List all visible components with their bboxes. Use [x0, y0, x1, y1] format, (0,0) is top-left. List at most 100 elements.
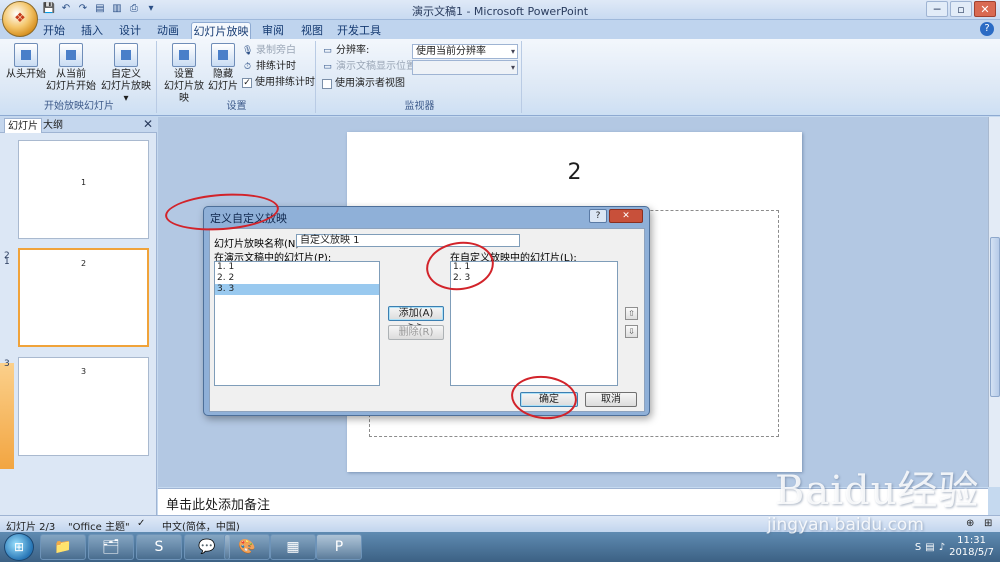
add-button[interactable]: 添加(A) >>	[388, 306, 444, 332]
ok-button[interactable]: 确定	[520, 392, 578, 407]
cancel-button[interactable]: 取消	[585, 392, 637, 407]
resolution-dropdown[interactable]: 使用当前分辨率 ▾	[412, 44, 518, 59]
thumbnail-number: 3	[4, 359, 10, 369]
group-label-setup: 设置	[226, 101, 247, 112]
group-monitors: ▭ 分辨率: 使用当前分辨率 ▾ ▭ 演示文稿显示位置: ▾ 使用演示者视图 监…	[318, 41, 522, 113]
resolution-row: ▭ 分辨率:	[323, 45, 370, 56]
microphone-icon: 🎙	[242, 45, 254, 56]
tab-home[interactable]: 开始	[38, 22, 70, 39]
dropdown-arrow-icon: ▾	[510, 47, 515, 56]
show-name-input[interactable]: 自定义放映 1	[296, 234, 520, 247]
network-icon[interactable]: ▤	[925, 542, 934, 553]
clock[interactable]: 11:31 2018/5/7	[949, 535, 994, 559]
language-indicator: 中文(简体，中国)	[162, 522, 240, 533]
tab-developer[interactable]: 开发工具	[336, 22, 382, 39]
tab-insert[interactable]: 插入	[76, 22, 108, 39]
tab-design[interactable]: 设计	[114, 22, 146, 39]
tab-view[interactable]: 视图	[296, 22, 328, 39]
move-down-icon[interactable]: ⇩	[625, 325, 638, 338]
group-setup: 设置 幻灯片放映 隐藏 幻灯片 🎙 录制旁白 ⏱ 排练计时 ✓ 使用排练计时 设…	[158, 41, 316, 113]
minimize-button[interactable]: ─	[926, 1, 948, 17]
tab-animations[interactable]: 动画	[152, 22, 184, 39]
list-item-selected[interactable]: 3. 3	[215, 284, 379, 295]
use-timings-checkbox[interactable]: ✓ 使用排练计时	[242, 76, 315, 90]
play-from-current-icon	[59, 43, 83, 67]
remove-button[interactable]: 删除(R)	[388, 325, 444, 340]
office-button[interactable]: ❖	[2, 1, 38, 37]
ribbon: 从头开始 从当前 幻灯片开始 自定义 幻灯片放映 ▾ 开始放映幻灯片 设置 幻灯…	[0, 39, 1000, 116]
dialog-title: 定义自定义放映	[210, 212, 287, 225]
monitor-icon: ▭	[323, 61, 332, 72]
window-controls: ─ ▫ ✕	[926, 1, 996, 17]
maximize-button[interactable]: ▫	[950, 1, 972, 17]
group-label-start: 开始放映幻灯片	[44, 101, 114, 112]
tab-outline[interactable]: 大纲	[40, 118, 66, 133]
dialog-close-button[interactable]: ✕	[609, 209, 643, 223]
taskbar-app-sogou[interactable]: S	[136, 534, 182, 560]
list-item[interactable]: 1. 1	[451, 262, 617, 273]
define-custom-show-dialog: 定义自定义放映 ? ✕ 幻灯片放映名称(N): 自定义放映 1 在演示文稿中的幻…	[203, 206, 650, 416]
tab-slide-show[interactable]: 幻灯片放映	[191, 22, 251, 39]
slide-thumbnail-1[interactable]: 1	[18, 140, 149, 239]
group-label-monitors: 监视器	[404, 101, 435, 112]
presentation-slides-list[interactable]: 1. 1 2. 2 3. 3	[214, 261, 380, 386]
dialog-window-buttons: ? ✕	[589, 209, 643, 223]
slide-thumbnail-3[interactable]: 3	[18, 357, 149, 456]
dialog-body: 幻灯片放映名称(N): 自定义放映 1 在演示文稿中的幻灯片(P): 1. 1 …	[209, 228, 645, 412]
slide-title[interactable]: 2	[347, 160, 802, 185]
fit-to-window-icon[interactable]: ⊞	[984, 518, 992, 529]
pane-tabs: 幻灯片 大纲 ✕	[0, 117, 157, 133]
close-pane-icon[interactable]: ✕	[143, 117, 153, 131]
slides-pane: 幻灯片 大纲 ✕ 1 1 2 2 3 3	[0, 117, 157, 515]
play-from-start-icon	[14, 43, 38, 67]
taskbar-app-notepad[interactable]: ▦	[270, 534, 316, 560]
thumbnail-number: 2	[4, 251, 10, 261]
taskbar-app-paint[interactable]: 🎨	[224, 534, 270, 560]
help-icon[interactable]: ?	[980, 22, 994, 36]
ribbon-tabs: 开始 插入 设计 动画 幻灯片放映 审阅 视图 开发工具	[0, 20, 1000, 39]
list-item[interactable]: 2. 3	[451, 273, 617, 284]
start-button[interactable]: ⊞	[4, 533, 34, 561]
taskbar-app-explorer[interactable]: 🗂	[88, 534, 134, 560]
vertical-scrollbar[interactable]	[988, 117, 1000, 487]
tab-slides[interactable]: 幻灯片	[4, 118, 42, 133]
presenter-view-checkbox[interactable]: 使用演示者视图	[322, 77, 405, 91]
setup-slideshow-button[interactable]: 设置 幻灯片放映	[162, 43, 206, 105]
scrollbar-thumb[interactable]	[990, 237, 1000, 397]
list-item[interactable]: 1. 1	[215, 262, 379, 273]
record-narration-button[interactable]: 🎙 录制旁白	[242, 44, 296, 58]
close-button[interactable]: ✕	[974, 1, 996, 17]
dialog-help-button[interactable]: ?	[589, 209, 607, 223]
hide-slide-icon	[211, 43, 235, 67]
hide-slide-button[interactable]: 隐藏 幻灯片	[206, 43, 240, 93]
window-title: 演示文稿1 - Microsoft PowerPoint	[411, 5, 589, 18]
watermark-url: jingyan.baidu.com	[767, 515, 924, 535]
move-up-icon[interactable]: ⇧	[625, 307, 638, 320]
slide-indicator: 幻灯片 2/3	[6, 522, 56, 533]
list-item[interactable]: 2. 2	[215, 273, 379, 284]
custom-slideshow-button[interactable]: 自定义 幻灯片放映 ▾	[98, 43, 154, 105]
group-start-slideshow: 从头开始 从当前 幻灯片开始 自定义 幻灯片放映 ▾ 开始放映幻灯片	[2, 41, 157, 113]
zoom-in-icon[interactable]: ⊕	[966, 518, 974, 529]
show-on-dropdown[interactable]: ▾	[412, 60, 518, 75]
show-on-row: ▭ 演示文稿显示位置:	[323, 61, 420, 72]
custom-show-slides-list[interactable]: 1. 1 2. 3	[450, 261, 618, 386]
from-current-button[interactable]: 从当前 幻灯片开始	[46, 43, 96, 93]
ime-icon[interactable]: S	[915, 542, 921, 553]
watermark-brand: Baidu经验	[775, 468, 980, 514]
taskbar-app-folder[interactable]: 📁	[40, 534, 86, 560]
from-beginning-button[interactable]: 从头开始	[4, 43, 48, 81]
spellcheck-icon[interactable]: ✓	[137, 518, 145, 529]
monitor-icon: ▭	[323, 45, 332, 56]
checkbox-unchecked-icon	[322, 79, 332, 89]
checkbox-checked-icon: ✓	[242, 78, 252, 88]
office-logo-icon: ❖	[14, 11, 26, 26]
tab-review[interactable]: 审阅	[257, 22, 289, 39]
rehearse-timings-button[interactable]: ⏱ 排练计时	[242, 60, 296, 74]
selected-slide-highlight	[0, 363, 14, 469]
taskbar: ⊞ 📁 🗂 S 💬 🎨 ▦ P S ▤ ♪ 11:31 2018/5/7	[0, 532, 1000, 562]
slide-thumbnail-2[interactable]: 2	[18, 248, 149, 347]
setup-show-icon	[172, 43, 196, 67]
volume-icon[interactable]: ♪	[939, 542, 945, 553]
taskbar-app-powerpoint[interactable]: P	[316, 534, 362, 560]
